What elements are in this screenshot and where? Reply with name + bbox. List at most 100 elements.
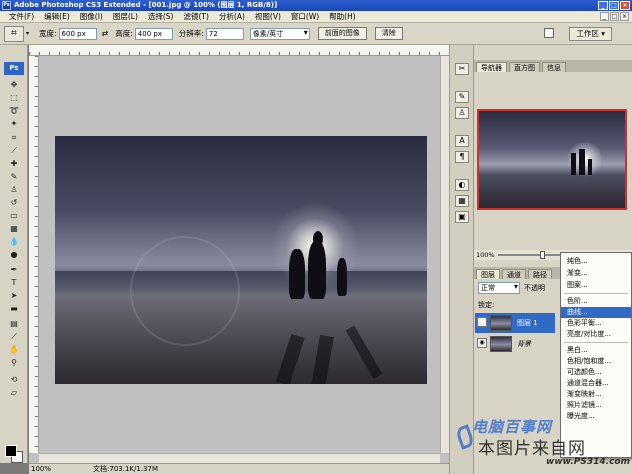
swap-dimensions-icon[interactable]: ⇄ [102,29,109,38]
doc-close-button[interactable]: × [620,12,629,21]
brushes-icon[interactable]: ✎ [455,91,469,103]
dodge-tool-icon[interactable]: ● [5,250,23,260]
tab-channels[interactable]: 通道 [502,269,526,279]
visibility-eye-icon[interactable]: ◉ [477,317,487,327]
menu-item-curves[interactable]: 曲线... [561,307,631,318]
preset-dropdown-arrow-icon[interactable]: ▾ [26,30,29,37]
horizontal-scrollbar[interactable] [39,453,440,463]
paragraph-icon[interactable]: ¶ [455,151,469,163]
menu-item-brightness-contrast[interactable]: 亮度/对比度... [561,329,631,340]
menu-item-gradient-map[interactable]: 渐变映射... [561,389,631,400]
menu-edit[interactable]: 编辑(E) [39,11,75,22]
menu-filter[interactable]: 滤镜(T) [179,11,214,22]
3d-rotate-tool-icon[interactable]: ⟲ [5,375,23,385]
horizontal-ruler[interactable] [29,45,449,56]
tab-paths[interactable]: 路径 [528,269,552,279]
vertical-scrollbar[interactable] [440,56,449,453]
tab-info[interactable]: 信息 [542,62,566,72]
blend-mode-select[interactable]: 正常 [478,282,520,294]
height-input[interactable]: 400 px [134,27,173,40]
menu-select[interactable]: 选择(S) [143,11,179,22]
menu-item-hue-saturation[interactable]: 色相/饱和度... [561,356,631,367]
eyedropper-tool-icon[interactable]: ⟋ [5,332,23,342]
history-brush-tool-icon[interactable]: ↺ [5,198,23,208]
swatches-icon[interactable]: ▦ [455,195,469,207]
resolution-label: 分辨率: [178,29,204,38]
layer-row-layer1[interactable]: ◉ 图层 1 [475,313,555,333]
pen-tool-icon[interactable]: ✒ [5,265,23,275]
tools-preset-icon[interactable]: ✂ [455,63,469,75]
menu-window[interactable]: 窗口(W) [286,11,324,22]
menu-layer[interactable]: 图层(L) [108,11,143,22]
clear-button[interactable]: 清除 [374,27,403,40]
menu-item-channel-mixer[interactable]: 通道混合器... [561,378,631,389]
foreground-color-swatch[interactable] [5,445,17,457]
menu-item-color-balance[interactable]: 色彩平衡... [561,318,631,329]
clone-stamp-tool-icon[interactable]: ♙ [5,185,23,195]
shape-tool-icon[interactable]: ▬ [5,304,23,314]
menu-view[interactable]: 视图(V) [250,11,286,22]
path-selection-tool-icon[interactable]: ➤ [5,291,23,301]
menu-item-selective-color[interactable]: 可选颜色... [561,367,631,378]
visibility-eye-icon[interactable]: ◉ [477,338,487,348]
hand-tool-icon[interactable]: ✋ [5,345,23,355]
menu-item-gradient[interactable]: 渐变... [561,268,631,279]
gradient-tool-icon[interactable]: ▦ [5,224,23,234]
crop-tool-icon[interactable]: ⌗ [5,133,23,143]
menu-item-pattern[interactable]: 图案... [561,280,631,291]
notes-tool-icon[interactable]: ▤ [5,319,23,329]
tab-layers[interactable]: 图层 [476,269,500,279]
brush-tool-icon[interactable]: ✎ [5,172,23,182]
menu-image[interactable]: 图像(I) [75,11,108,22]
menu-item-solid-color[interactable]: 纯色... [561,256,631,267]
resolution-unit-select[interactable]: 像素/英寸 [249,27,310,40]
navigator-preview[interactable] [477,109,627,210]
vertical-ruler[interactable] [29,56,39,453]
healing-brush-tool-icon[interactable]: ✚ [5,159,23,169]
styles-icon[interactable]: ▣ [455,211,469,223]
eraser-tool-icon[interactable]: ▭ [5,211,23,221]
palette-well-icon[interactable] [544,28,554,38]
character-icon[interactable]: A [455,135,469,147]
blur-tool-icon[interactable]: 💧 [5,237,23,247]
canvas-photo-beach-sunset[interactable] [55,136,427,384]
navigator-zoom-value[interactable]: 100% [476,251,495,259]
menu-help[interactable]: 帮助(H) [324,11,361,22]
menu-file[interactable]: 文件(F) [4,11,39,22]
front-image-button[interactable]: 前面的图像 [317,27,367,40]
maximize-button[interactable]: □ [609,1,619,10]
layer-name: 图层 1 [517,319,538,327]
title-bar: Ps Adobe Photoshop CS3 Extended - [001.j… [0,0,632,11]
navigator-zoom-knob[interactable] [540,251,545,259]
status-doc-size[interactable]: 文档:703.1K/1.37M [91,464,158,474]
lasso-tool-icon[interactable]: ➰ [5,106,23,116]
clone-source-icon[interactable]: ♙ [455,107,469,119]
height-label: 高度: [115,29,133,38]
marquee-tool-icon[interactable]: ⬚ [5,93,23,103]
resolution-input[interactable]: 72 [205,27,244,40]
menu-analysis[interactable]: 分析(A) [214,11,250,22]
layer-row-background[interactable]: ◉ 背景 [475,334,555,354]
magic-wand-tool-icon[interactable]: ✦ [5,119,23,129]
menu-item-photo-filter[interactable]: 照片滤镜... [561,400,631,411]
close-button[interactable]: × [620,1,630,10]
zoom-tool-icon[interactable]: ⚲ [5,358,23,368]
width-input[interactable]: 600 px [58,27,97,40]
workspace-menu[interactable]: 工作区 ▾ [569,27,612,41]
color-icon[interactable]: ◐ [455,179,469,191]
doc-restore-button[interactable]: □ [610,12,619,21]
minimize-button[interactable]: _ [598,1,608,10]
menu-item-levels[interactable]: 色阶... [561,296,631,307]
menu-item-black-white[interactable]: 黑白... [561,345,631,356]
doc-minimize-button[interactable]: _ [600,12,609,21]
tab-navigator[interactable]: 导航器 [476,62,507,72]
type-tool-icon[interactable]: T [5,278,23,288]
slice-tool-icon[interactable]: ⟋ [5,146,23,156]
crop-tool-preset-icon[interactable]: ⌗ [4,25,24,42]
move-tool-icon[interactable]: ✥ [5,80,23,90]
measure-tool-icon[interactable]: ▱ [5,388,23,398]
watermark-url: www.PS314.com [546,457,630,467]
tab-histogram[interactable]: 直方图 [509,62,540,72]
navigator-silhouette [579,149,585,175]
status-zoom[interactable]: 100% [29,464,51,474]
